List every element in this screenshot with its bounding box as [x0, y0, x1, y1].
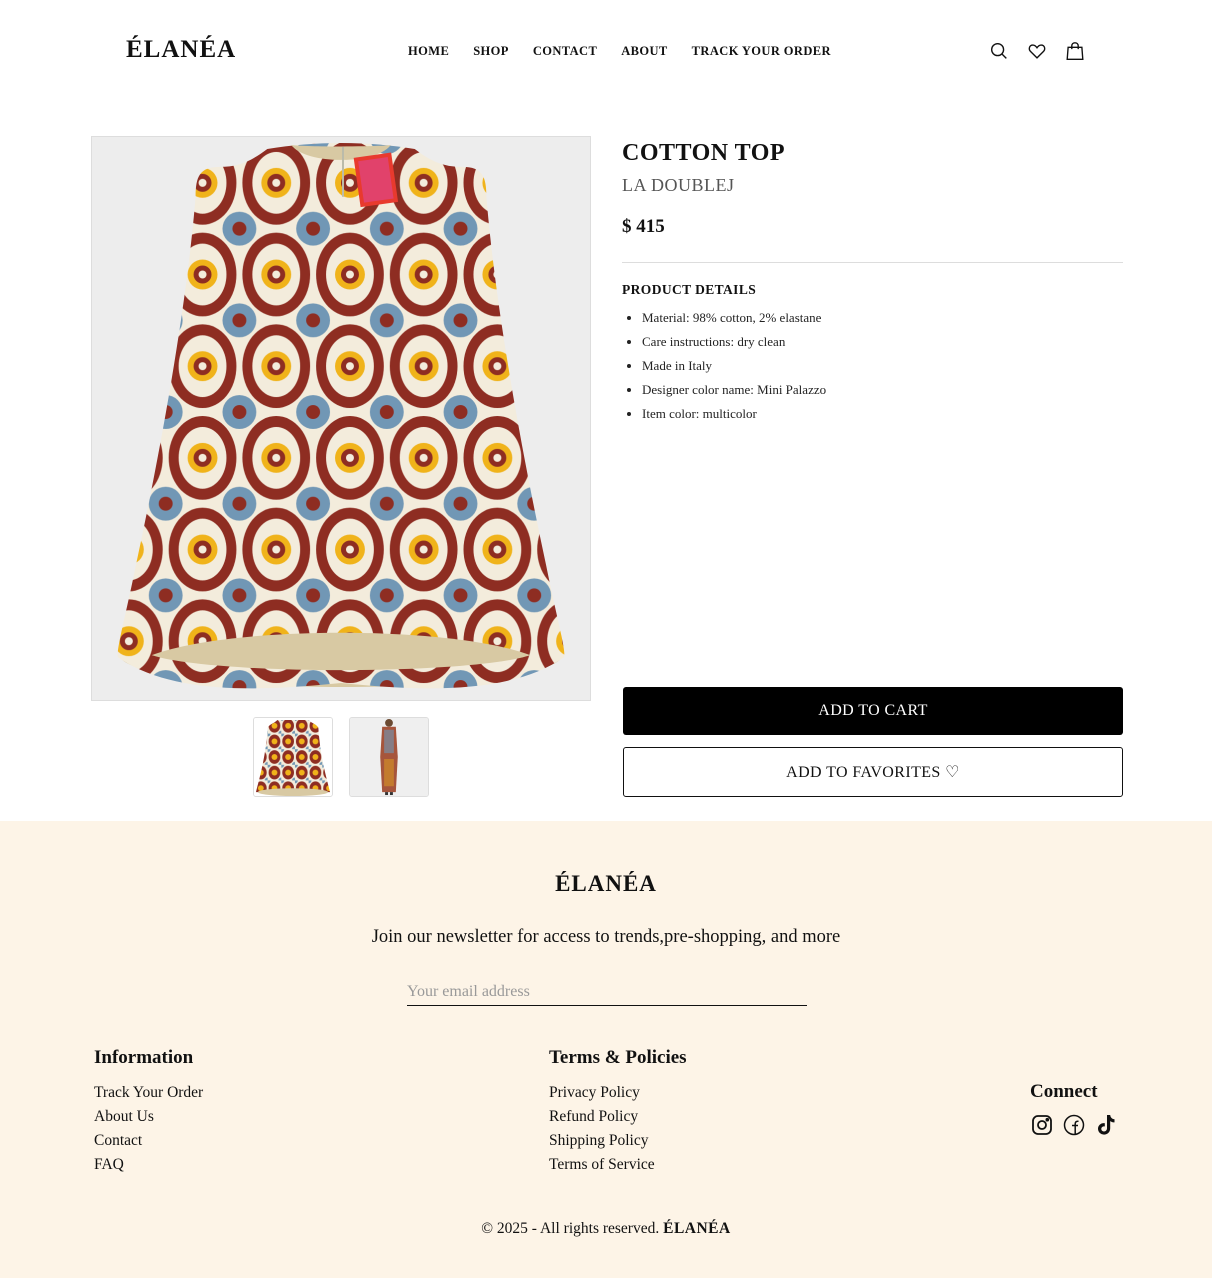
product-info: COTTON TOP LA DOUBLEJ $ 415 PRODUCT DETA… [622, 136, 1123, 426]
footer-link-about[interactable]: About Us [94, 1105, 203, 1129]
add-to-favorites-button[interactable]: ADD TO FAVORITES ♡ [623, 747, 1123, 797]
footer-link-contact[interactable]: Contact [94, 1129, 203, 1153]
add-to-cart-button[interactable]: ADD TO CART [623, 687, 1123, 735]
information-heading: Information [94, 1047, 194, 1068]
product-details-heading: PRODUCT DETAILS [622, 282, 757, 297]
site-logo[interactable]: ÉLANÉA [126, 36, 236, 64]
product-main-image[interactable] [91, 136, 591, 701]
product-title: COTTON TOP [622, 140, 786, 166]
detail-care: Care instructions: dry clean [642, 330, 1123, 354]
detail-designer-color: Designer color name: Mini Palazzo [642, 378, 1123, 402]
search-icon[interactable] [988, 40, 1010, 62]
nav-home[interactable]: HOME [408, 44, 449, 59]
heart-icon[interactable] [1026, 40, 1048, 62]
detail-origin: Made in Italy [642, 354, 1123, 378]
header-icons [988, 40, 1086, 62]
site-header: ÉLANÉA HOME SHOP CONTACT ABOUT TRACK YOU… [0, 0, 1212, 100]
footer-link-faq[interactable]: FAQ [94, 1153, 203, 1177]
facebook-icon[interactable] [1062, 1113, 1086, 1137]
copyright-text: © 2025 - All rights reserved. [481, 1220, 660, 1237]
thumbnail-front[interactable] [253, 717, 333, 797]
footer-connect: Connect [1030, 1081, 1118, 1137]
sleeveless-top-image [92, 137, 590, 700]
newsletter-email-input[interactable] [407, 979, 807, 1006]
thumbnail-model[interactable] [349, 717, 429, 797]
newsletter-text: Join our newsletter for access to trends… [371, 927, 841, 947]
footer-terms: Terms & Policies Privacy Policy Refund P… [549, 1047, 687, 1177]
product-price: $ 415 [622, 216, 665, 237]
info-divider [622, 262, 1123, 263]
copyright: © 2025 - All rights reserved. ÉLANÉA [0, 1220, 1212, 1238]
footer-link-terms[interactable]: Terms of Service [549, 1153, 687, 1177]
nav-track-order[interactable]: TRACK YOUR ORDER [692, 44, 831, 59]
shopping-bag-icon[interactable] [1064, 40, 1086, 62]
social-icons [1030, 1113, 1118, 1137]
product-brand[interactable]: LA DOUBLEJ [622, 175, 1123, 196]
product-thumbnails [253, 717, 429, 797]
connect-heading: Connect [1030, 1081, 1098, 1102]
footer-information: Information Track Your Order About Us Co… [94, 1047, 203, 1177]
site-footer: ÉLANÉA Join our newsletter for access to… [0, 821, 1212, 1278]
main-nav: HOME SHOP CONTACT ABOUT TRACK YOUR ORDER [408, 44, 831, 59]
footer-link-track-order[interactable]: Track Your Order [94, 1081, 203, 1105]
copyright-brand: ÉLANÉA [663, 1220, 731, 1237]
nav-contact[interactable]: CONTACT [533, 44, 597, 59]
nav-shop[interactable]: SHOP [473, 44, 509, 59]
footer-link-shipping[interactable]: Shipping Policy [549, 1129, 687, 1153]
instagram-icon[interactable] [1030, 1113, 1054, 1137]
terms-heading: Terms & Policies [549, 1047, 687, 1068]
nav-about[interactable]: ABOUT [621, 44, 667, 59]
detail-item-color: Item color: multicolor [642, 402, 1123, 426]
footer-logo: ÉLANÉA [555, 871, 657, 896]
detail-material: Material: 98% cotton, 2% elastane [642, 306, 1123, 330]
footer-link-refund[interactable]: Refund Policy [549, 1105, 687, 1129]
tiktok-icon[interactable] [1094, 1113, 1118, 1137]
product-details-list: Material: 98% cotton, 2% elastane Care i… [622, 306, 1123, 426]
footer-link-privacy[interactable]: Privacy Policy [549, 1081, 687, 1105]
